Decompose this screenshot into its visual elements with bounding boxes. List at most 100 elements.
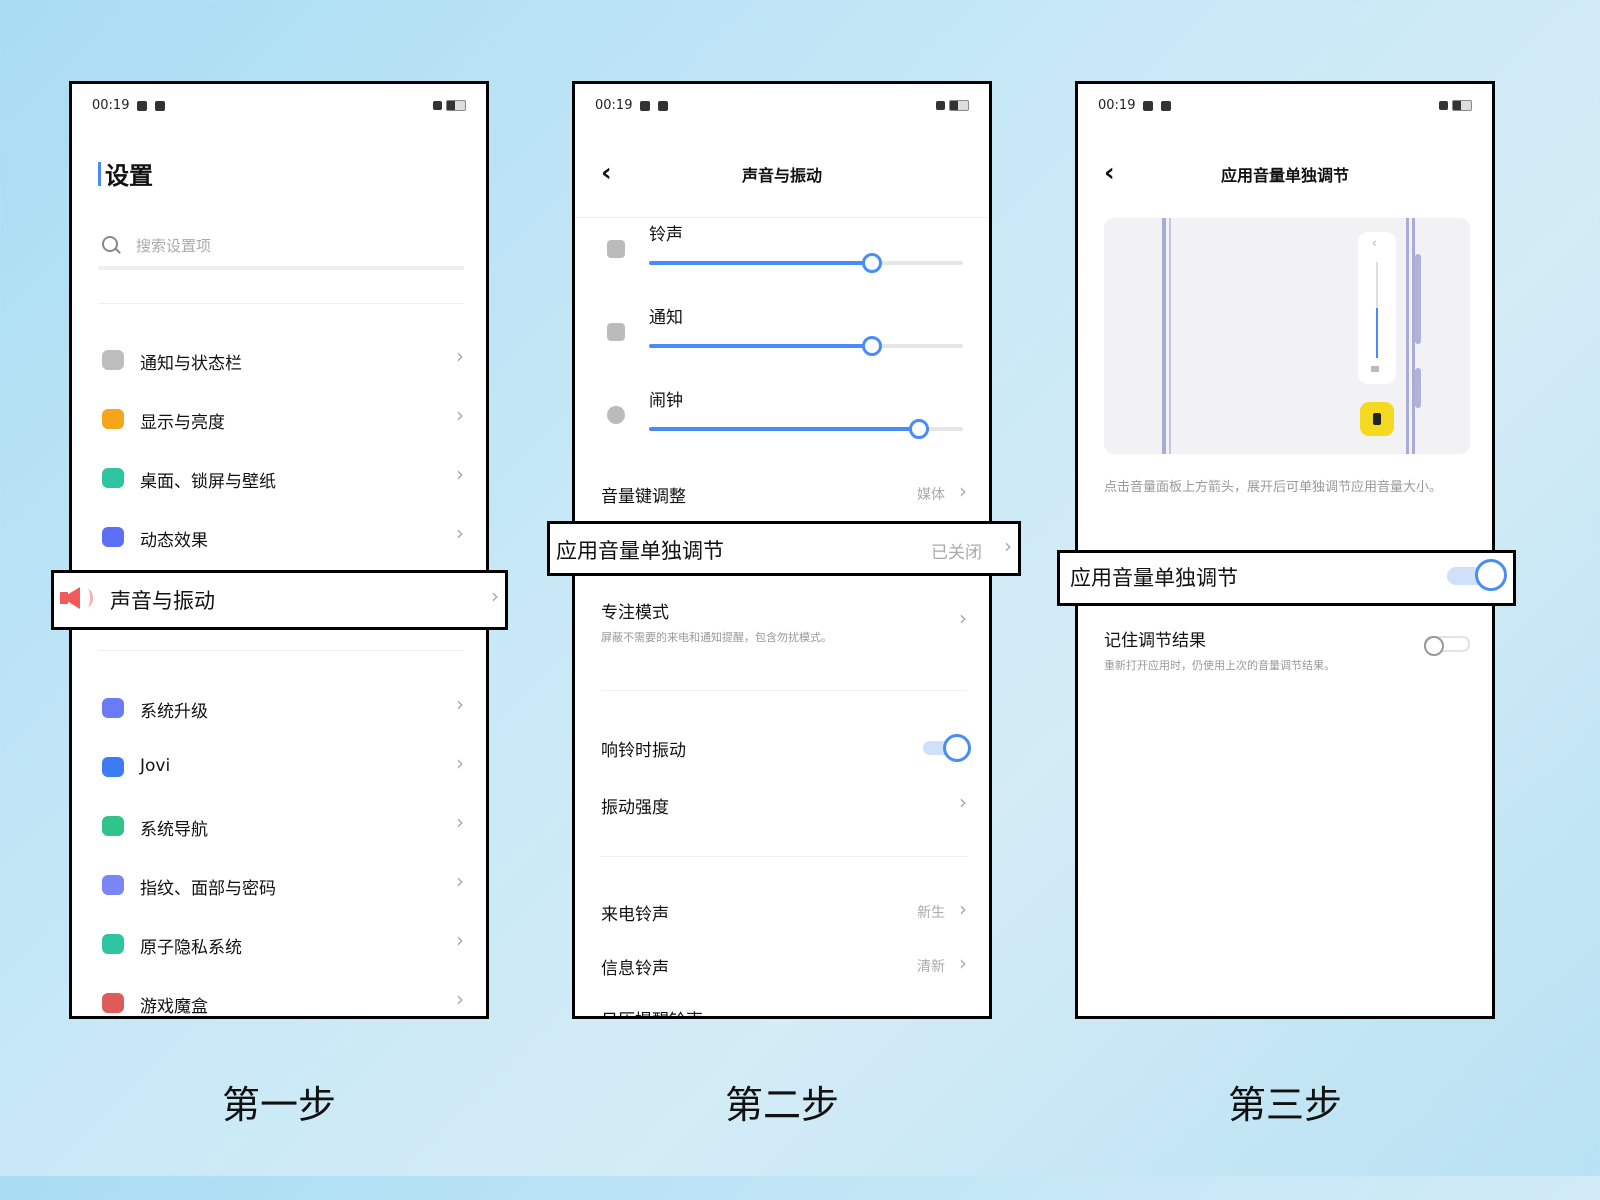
sound-icon-body <box>60 592 68 604</box>
toggle-knob <box>1424 636 1444 656</box>
status-bar: 00:19 <box>92 98 166 113</box>
chevron-right-icon: › <box>456 403 464 427</box>
settings-item-label: 指纹、面部与密码 <box>140 879 276 899</box>
focus-mode-label: 专注模式 <box>601 603 669 623</box>
speaker-icon <box>1371 366 1379 372</box>
highlight-label: 声音与振动 <box>110 589 215 613</box>
page-title: 应用音量单独调节 <box>1220 166 1349 185</box>
navigation-icon <box>102 816 124 836</box>
slider-knob[interactable] <box>861 253 882 273</box>
settings-item-label: 桌面、锁屏与壁纸 <box>140 472 276 492</box>
status-time: 00:19 <box>595 98 633 113</box>
shield-icon <box>640 100 651 111</box>
sim-icon <box>936 101 945 110</box>
status-right <box>433 100 466 111</box>
highlight-label: 应用音量单独调节 <box>556 539 724 563</box>
chevron-left-icon: ‹ <box>1372 236 1377 250</box>
wallpaper-icon <box>102 468 124 488</box>
battery-icon <box>1452 100 1472 111</box>
volume-key-row[interactable]: 音量键调整 媒体 › <box>601 479 971 512</box>
settings-item-bottom-5[interactable]: 游戏魔盒 › <box>98 987 468 1016</box>
volume-panel-illustration: ‹ <box>1104 218 1470 454</box>
page-title: 设置 <box>98 156 153 191</box>
battery-icon <box>446 100 466 111</box>
step-label-2: 第二步 <box>724 1083 839 1127</box>
search-input[interactable]: 搜索设置项 <box>98 232 464 270</box>
toggle-knob <box>943 734 971 762</box>
settings-item-top-0[interactable]: 通知与状态栏 › <box>98 344 468 378</box>
vibrate-icon <box>1373 413 1381 425</box>
settings-item-top-3[interactable]: 动态效果 › <box>98 521 468 555</box>
focus-mode-desc: 屏蔽不需要的来电和通知提醒，包含勿扰模式。 <box>601 631 832 644</box>
highlight-sound-vibration[interactable]: 声音与振动 › <box>51 570 508 630</box>
chevron-right-icon: › <box>1004 534 1012 558</box>
slider-knob[interactable] <box>861 336 882 356</box>
vibrate-strength-label: 振动强度 <box>601 798 669 818</box>
highlight-app-volume-row[interactable]: 应用音量单独调节 已关闭 › <box>547 521 1021 576</box>
chevron-right-icon: › <box>959 790 967 814</box>
settings-item-label: 通知与状态栏 <box>140 354 242 374</box>
camera-icon <box>155 100 166 111</box>
step-label-3: 第三步 <box>1227 1083 1342 1127</box>
chevron-right-icon: › <box>456 810 464 834</box>
fingerprint-icon <box>102 875 124 895</box>
ringtone-row[interactable]: 来电铃声 新生 › <box>601 897 971 930</box>
alarm-icon <box>607 406 625 424</box>
ringtone-label: 来电铃声 <box>601 905 669 925</box>
settings-item-top-2[interactable]: 桌面、锁屏与壁纸 › <box>98 462 468 496</box>
status-time: 00:19 <box>1098 98 1136 113</box>
settings-item-bottom-3[interactable]: 指纹、面部与密码 › <box>98 869 468 903</box>
highlight-value: 已关闭 <box>931 543 982 563</box>
calendar-tone-label: 日历提醒铃声 <box>601 1011 703 1016</box>
chevron-right-icon: › <box>456 869 464 893</box>
chevron-right-icon: › <box>456 462 464 486</box>
msg-tone-row[interactable]: 信息铃声 清新 › <box>601 951 971 984</box>
settings-item-bottom-4[interactable]: 原子隐私系统 › <box>98 928 468 962</box>
remember-row: 记住调节结果 重新打开应用时，仍使用上次的音量调节结果。 <box>1104 626 1474 676</box>
privacy-icon <box>102 934 124 954</box>
divider <box>98 650 464 651</box>
volume-slider[interactable] <box>649 419 963 439</box>
settings-item-bottom-2[interactable]: 系统导航 › <box>98 810 468 844</box>
settings-item-top-1[interactable]: 显示与亮度 › <box>98 403 468 437</box>
slider-knob[interactable] <box>909 419 930 439</box>
divider <box>98 303 464 304</box>
vibrate-strength-row[interactable]: 振动强度 › <box>601 790 971 823</box>
chevron-right-icon: › <box>456 751 464 775</box>
chevron-right-icon: › <box>456 928 464 952</box>
volume-key-label: 音量键调整 <box>601 487 686 507</box>
settings-item-label: 系统升级 <box>140 702 208 722</box>
slider-row-1: 通知 <box>575 301 989 381</box>
hint-text: 点击音量面板上方箭头，展开后可单独调节应用音量大小。 <box>1104 480 1443 495</box>
settings-item-bottom-1[interactable]: Jovi › <box>98 751 468 785</box>
status-bar: 00:19 <box>595 98 669 113</box>
camera-icon <box>1161 100 1172 111</box>
slider-label: 铃声 <box>649 225 683 245</box>
calendar-tone-row[interactable]: 日历提醒铃声 <box>601 1006 971 1016</box>
slider-fill <box>649 427 920 431</box>
page-title: 声音与振动 <box>741 166 822 185</box>
settings-item-bottom-0[interactable]: 系统升级 › <box>98 692 468 726</box>
notification-icon <box>102 350 124 370</box>
vibrate-ring-toggle[interactable] <box>923 734 971 762</box>
shield-icon <box>1143 100 1154 111</box>
settings-item-label: 动态效果 <box>140 531 208 551</box>
focus-mode-row[interactable]: 专注模式 屏蔽不需要的来电和通知提醒，包含勿扰模式。 › <box>601 598 971 648</box>
toggle-knob <box>1475 559 1507 591</box>
msg-tone-value: 清新 <box>917 959 945 975</box>
camera-icon <box>658 100 669 111</box>
volume-slider[interactable] <box>649 253 963 273</box>
sim-icon <box>433 101 442 110</box>
chevron-right-icon: › <box>456 344 464 368</box>
phone-settings: 00:19 设置 搜索设置项 通知与状态栏 › 显示与亮度 › 桌面、锁屏与壁纸 › 动态效… <box>69 81 489 1019</box>
side-button <box>1415 368 1421 408</box>
sound-wave <box>82 589 93 607</box>
display-icon <box>102 409 124 429</box>
chevron-right-icon: › <box>959 951 967 975</box>
app-volume-toggle[interactable] <box>1447 559 1507 593</box>
slider-fill <box>649 261 872 265</box>
side-button <box>1415 254 1421 344</box>
remember-toggle[interactable] <box>1424 632 1472 658</box>
volume-slider[interactable] <box>649 336 963 356</box>
search-icon-handle <box>115 248 121 254</box>
